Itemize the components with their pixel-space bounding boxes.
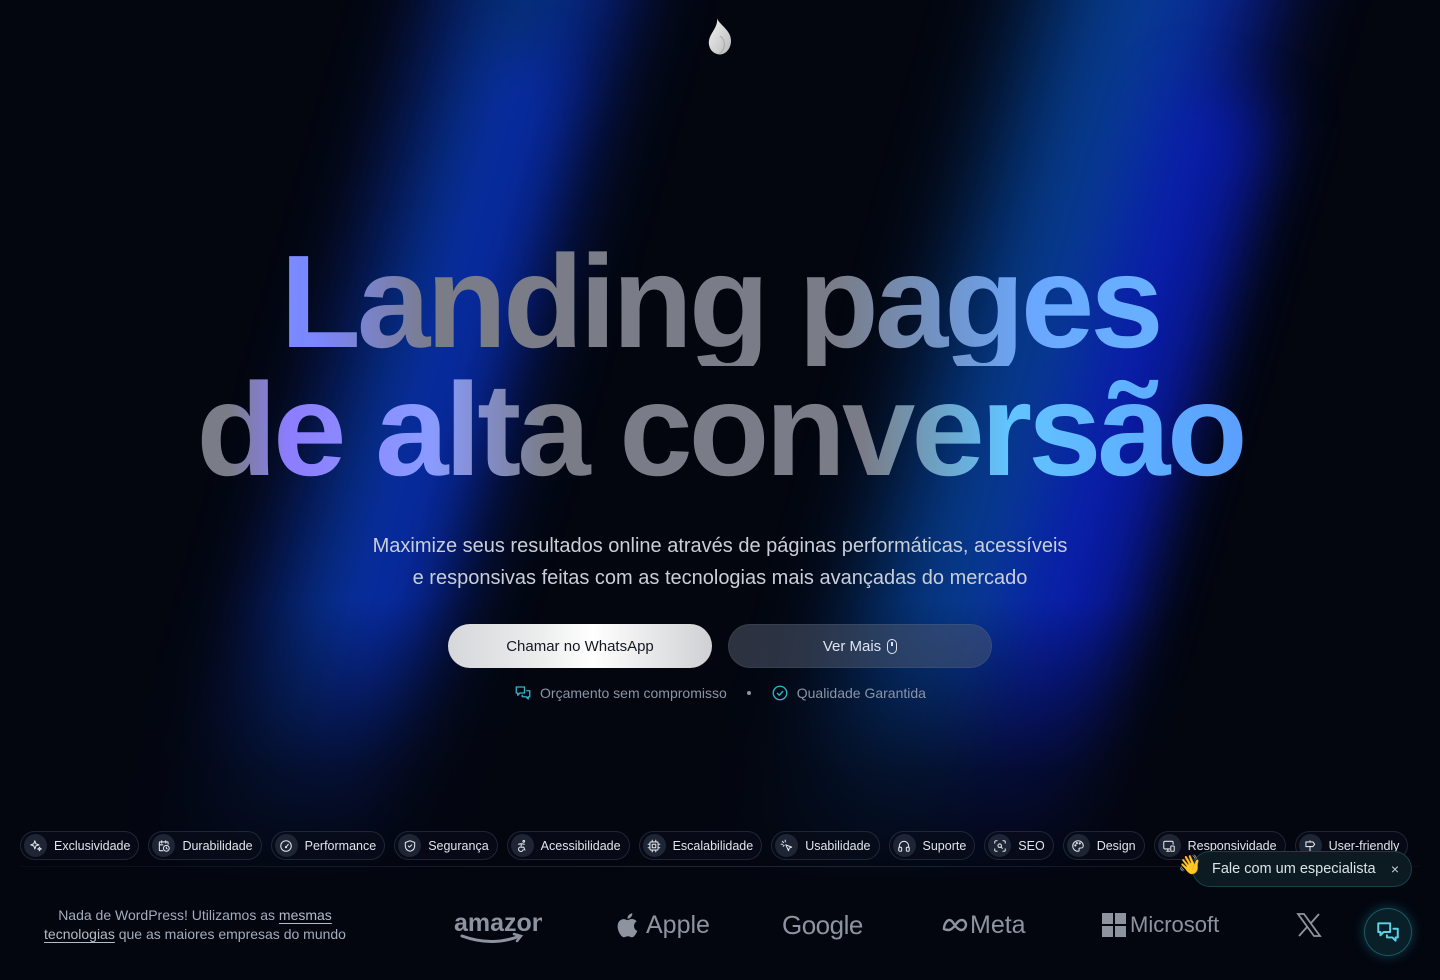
apple-logo: Apple: [616, 900, 710, 950]
chip-design[interactable]: Design: [1062, 831, 1145, 860]
chip-acessibilidade[interactable]: Acessibilidade: [506, 831, 630, 860]
chip-durabilidade[interactable]: Durabilidade: [148, 831, 262, 860]
pointer-click-icon: [780, 839, 792, 851]
subtitle-line-1: Maximize seus resultados online através …: [372, 535, 1068, 557]
subtitle-line-2: e responsivas feitas com as tecnologias …: [412, 567, 1028, 589]
toast-text: Fale com um especialista: [1212, 861, 1376, 877]
chip-performance[interactable]: Performance: [270, 831, 386, 860]
microsoft-logo: Microsoft: [1102, 900, 1219, 950]
tagline-text: Nada de WordPress! Utilizamos as: [58, 907, 279, 923]
google-wordmark: Google: [782, 909, 863, 940]
google-logo: Google: [782, 900, 863, 950]
calendar-clock-icon: [158, 839, 170, 852]
chip-label: Acessibilidade: [540, 838, 621, 853]
cpu-icon: [647, 839, 661, 852]
scan-search-icon: [994, 839, 1006, 852]
chip-label: Usabilidade: [805, 838, 871, 853]
check-circle-icon: [772, 685, 788, 701]
chat-bubbles-icon: [515, 686, 531, 700]
chip-label: Escalabilidade: [672, 838, 754, 853]
trust-label: Orçamento sem compromisso: [540, 685, 727, 701]
devices-icon: [1163, 840, 1175, 852]
chip-label: SEO: [1018, 838, 1045, 853]
x-icon: [1296, 913, 1322, 937]
headline-line-1: Landing pages: [0, 236, 1440, 368]
meta-logo: Meta: [942, 900, 1026, 950]
separator-dot: [746, 691, 751, 695]
accessibility-icon: [518, 839, 526, 852]
palette-icon: [1072, 839, 1084, 852]
gauge-icon: [280, 839, 292, 852]
see-more-button[interactable]: Ver Mais: [728, 624, 992, 668]
x-logo: [1296, 900, 1322, 950]
mouse-icon: [887, 638, 898, 654]
chip-seguranca[interactable]: Segurança: [394, 831, 498, 860]
apple-icon: [617, 913, 638, 938]
hero-headline: Landing pages de alta conversão: [0, 236, 1440, 496]
chip-seo[interactable]: SEO: [984, 831, 1054, 860]
chip-label: Exclusividade: [54, 838, 131, 853]
chip-label: Segurança: [428, 838, 489, 853]
whatsapp-button-label: Chamar no WhatsApp: [506, 637, 654, 655]
headphones-icon: [898, 840, 910, 852]
flame-drop-icon[interactable]: [706, 16, 734, 58]
chip-exclusividade[interactable]: Exclusividade: [20, 831, 140, 860]
trust-item-quote: Orçamento sem compromisso: [514, 684, 727, 702]
meta-wordmark: Meta: [970, 910, 1026, 939]
specialist-toast[interactable]: Fale com um especialista ×: [1192, 851, 1412, 887]
chip-usabilidade[interactable]: Usabilidade: [771, 831, 880, 860]
chat-bubbles-icon: [1377, 922, 1399, 942]
sparkles-icon: [29, 839, 42, 851]
microsoft-windows-icon: [1102, 913, 1126, 937]
chip-escalabilidade[interactable]: Escalabilidade: [638, 831, 763, 860]
headline-line-2: de alta conversão: [0, 364, 1440, 496]
amazon-icon: amazon: [454, 909, 542, 943]
chip-label: Design: [1096, 838, 1136, 853]
chip-label: Durabilidade: [182, 838, 253, 853]
apple-wordmark: Apple: [646, 910, 710, 939]
hero-subtitle: Maximize seus resultados online através …: [0, 530, 1440, 594]
close-icon[interactable]: ×: [1391, 861, 1399, 877]
svg-text:amazon: amazon: [454, 909, 542, 937]
chip-label: Suporte: [922, 838, 967, 853]
amazon-logo: amazon: [452, 900, 542, 950]
trust-item-quality: Qualidade Garantida: [771, 684, 926, 702]
chip-label: Performance: [304, 838, 377, 853]
whatsapp-button[interactable]: Chamar no WhatsApp: [448, 624, 712, 668]
waving-hand-icon: 👋: [1178, 855, 1202, 876]
shield-check-icon: [404, 839, 415, 852]
see-more-button-label: Ver Mais: [822, 637, 882, 655]
trust-label: Qualidade Garantida: [796, 685, 926, 701]
tech-tagline: Nada de WordPress! Utilizamos as mesmas …: [30, 906, 360, 944]
trust-badges: Orçamento sem compromisso Qualidade Gara…: [0, 684, 1440, 702]
meta-infinity-icon: [942, 918, 968, 932]
chat-button[interactable]: [1364, 908, 1412, 956]
chip-suporte[interactable]: Suporte: [888, 831, 976, 860]
tagline-text: que as maiores empresas do mundo: [114, 926, 346, 942]
microsoft-wordmark: Microsoft: [1130, 912, 1220, 937]
